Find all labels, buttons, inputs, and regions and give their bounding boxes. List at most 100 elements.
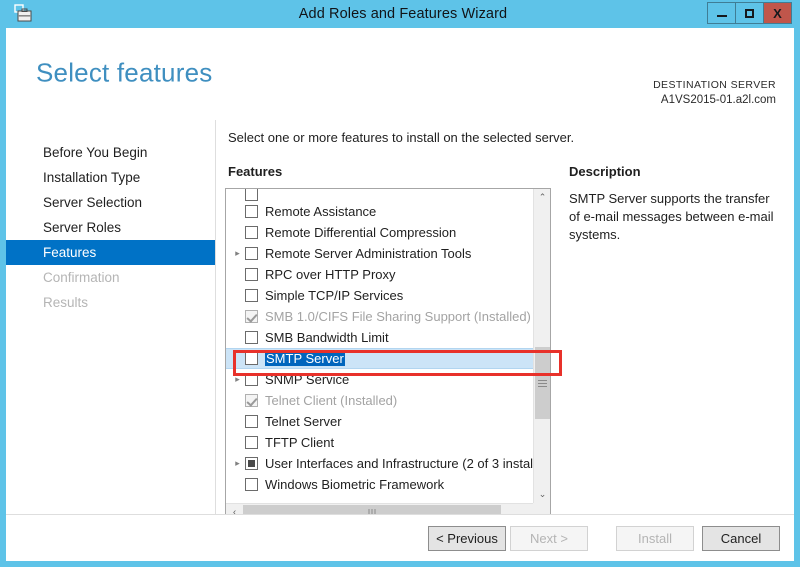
list-item-label: Telnet Client (Installed) xyxy=(265,393,398,408)
expand-triangle-icon[interactable]: ▸ xyxy=(230,458,245,469)
vertical-scrollbar-thumb[interactable] xyxy=(535,347,550,419)
expand-triangle-icon: ▸ xyxy=(230,311,245,322)
scroll-up-arrow-icon[interactable]: ⌃ xyxy=(534,189,550,206)
expand-triangle-icon: ▸ xyxy=(230,437,245,448)
expand-triangle-icon: ▸ xyxy=(230,479,245,490)
checkbox-icon[interactable] xyxy=(245,189,258,201)
scroll-down-arrow-icon[interactable]: ⌄ xyxy=(534,486,550,503)
features-list-viewport: ▸ ▸ Remote Assistance ▸ xyxy=(226,189,534,503)
list-item-telnet-server[interactable]: ▸ Telnet Server xyxy=(226,411,534,432)
list-item-user-interfaces-and-infrastructure[interactable]: ▸ User Interfaces and Infrastructure (2 … xyxy=(226,453,534,474)
checkbox-checked-icon xyxy=(245,394,258,407)
cancel-button[interactable]: Cancel xyxy=(702,526,780,551)
list-item-snmp-service[interactable]: ▸ SNMP Service xyxy=(226,369,534,390)
expand-triangle-icon: ▸ xyxy=(230,290,245,301)
page-header: Select features DESTINATION SERVER A1VS2… xyxy=(6,28,794,107)
list-item-label: Remote Assistance xyxy=(265,204,377,219)
list-item-partial-top[interactable]: ▸ xyxy=(226,189,534,201)
title-bar: Add Roles and Features Wizard X xyxy=(6,0,794,28)
destination-server-label: DESTINATION SERVER xyxy=(653,79,776,91)
scrollbar-grip-icon xyxy=(538,380,547,387)
sidebar-item-installation-type[interactable]: Installation Type xyxy=(6,165,215,190)
body-area: Before You Begin Installation Type Serve… xyxy=(6,120,794,521)
list-item-label: SMTP Server xyxy=(265,351,345,366)
list-item-simple-tcp-ip-services[interactable]: ▸ Simple TCP/IP Services xyxy=(226,285,534,306)
page-title: Select features xyxy=(36,57,213,88)
list-item-label: RPC over HTTP Proxy xyxy=(265,267,396,282)
list-item-smb-bandwidth-limit[interactable]: ▸ SMB Bandwidth Limit xyxy=(226,327,534,348)
features-label: Features xyxy=(228,164,283,179)
expand-triangle-icon: ▸ xyxy=(230,190,245,201)
destination-server-block: DESTINATION SERVER A1VS2015-01.a2l.com xyxy=(653,78,776,108)
client-area: Select features DESTINATION SERVER A1VS2… xyxy=(6,28,794,561)
sidebar-item-confirmation: Confirmation xyxy=(43,270,120,285)
next-button: Next > xyxy=(510,526,588,551)
list-item-label: TFTP Client xyxy=(265,435,335,450)
maximize-icon xyxy=(745,8,754,18)
wizard-window: Add Roles and Features Wizard X Select f… xyxy=(0,0,800,567)
description-label: Description xyxy=(569,164,641,179)
list-item-label: Remote Differential Compression xyxy=(265,225,457,240)
checkbox-icon[interactable] xyxy=(245,478,258,491)
sidebar-item-features[interactable]: Features xyxy=(6,240,215,265)
server-manager-icon xyxy=(14,4,32,22)
minimize-button[interactable] xyxy=(707,2,736,24)
previous-button[interactable]: < Previous xyxy=(428,526,506,551)
list-item-label: SNMP Service xyxy=(265,372,350,387)
list-item-smtp-server[interactable]: ▸ SMTP Server xyxy=(226,348,534,369)
window-title: Add Roles and Features Wizard xyxy=(298,6,508,22)
wizard-steps-sidebar: Before You Begin Installation Type Serve… xyxy=(6,120,216,518)
checkbox-icon[interactable] xyxy=(245,289,258,302)
list-item-label: Remote Server Administration Tools xyxy=(265,246,472,261)
destination-server-name: A1VS2015-01.a2l.com xyxy=(660,94,776,106)
checkbox-icon[interactable] xyxy=(245,247,258,260)
features-vertical-scrollbar[interactable]: ⌃ ⌄ xyxy=(533,189,550,503)
expand-triangle-icon: ▸ xyxy=(230,416,245,427)
features-list-items: ▸ ▸ Remote Assistance ▸ xyxy=(226,189,534,495)
checkbox-icon[interactable] xyxy=(245,205,258,218)
list-item-windows-biometric-framework[interactable]: ▸ Windows Biometric Framework xyxy=(226,474,534,495)
sidebar-item-server-selection[interactable]: Server Selection xyxy=(6,190,215,215)
checkbox-icon[interactable] xyxy=(245,268,258,281)
list-item-label: SMB 1.0/CIFS File Sharing Support (Insta… xyxy=(265,309,531,324)
list-item-rpc-over-http-proxy[interactable]: ▸ RPC over HTTP Proxy xyxy=(226,264,534,285)
instruction-text: Select one or more features to install o… xyxy=(228,130,575,145)
maximize-button[interactable] xyxy=(735,2,764,24)
checkbox-icon[interactable] xyxy=(245,373,258,386)
list-item-tftp-client[interactable]: ▸ TFTP Client xyxy=(226,432,534,453)
expand-triangle-icon: ▸ xyxy=(230,332,245,343)
checkbox-icon[interactable] xyxy=(245,352,258,365)
list-item-remote-differential-compression[interactable]: ▸ Remote Differential Compression xyxy=(226,222,534,243)
window-controls: X xyxy=(707,2,792,24)
minimize-icon xyxy=(716,14,727,17)
list-item-remote-assistance[interactable]: ▸ Remote Assistance xyxy=(226,201,534,222)
description-text: SMTP Server supports the transfer of e-m… xyxy=(569,191,774,242)
sidebar-item-results: Results xyxy=(43,295,89,310)
list-item-label: User Interfaces and Infrastructure (2 of… xyxy=(265,456,534,471)
expand-triangle-icon: ▸ xyxy=(230,206,245,217)
checkbox-checked-icon xyxy=(245,310,258,323)
expand-triangle-icon: ▸ xyxy=(230,395,245,406)
sidebar-item-server-roles[interactable]: Server Roles xyxy=(6,215,215,240)
expand-triangle-icon[interactable]: ▸ xyxy=(230,248,245,259)
list-item-label: Simple TCP/IP Services xyxy=(265,288,404,303)
checkbox-icon[interactable] xyxy=(245,226,258,239)
expand-triangle-icon: ▸ xyxy=(230,353,245,364)
list-item-label: Windows Biometric Framework xyxy=(265,477,445,492)
list-item-remote-server-administration-tools[interactable]: ▸ Remote Server Administration Tools xyxy=(226,243,534,264)
expand-triangle-icon[interactable]: ▸ xyxy=(230,374,245,385)
features-listbox[interactable]: ▸ ▸ Remote Assistance ▸ xyxy=(225,188,551,521)
list-item-label: Telnet Server xyxy=(265,414,342,429)
list-item-label xyxy=(265,189,269,201)
checkbox-icon[interactable] xyxy=(245,436,258,449)
checkbox-icon[interactable] xyxy=(245,415,258,428)
wizard-footer: < Previous Next > Install Cancel xyxy=(6,514,794,561)
checkbox-icon[interactable] xyxy=(245,331,258,344)
checkbox-partial-icon[interactable] xyxy=(245,457,258,470)
list-item-telnet-client[interactable]: ▸ Telnet Client (Installed) xyxy=(226,390,534,411)
list-item-label: SMB Bandwidth Limit xyxy=(265,330,389,345)
list-item-smb-1-cifs-file-sharing-support[interactable]: ▸ SMB 1.0/CIFS File Sharing Support (Ins… xyxy=(226,306,534,327)
expand-triangle-icon: ▸ xyxy=(230,227,245,238)
sidebar-item-before-you-begin[interactable]: Before You Begin xyxy=(6,140,215,165)
close-button[interactable]: X xyxy=(763,2,792,24)
